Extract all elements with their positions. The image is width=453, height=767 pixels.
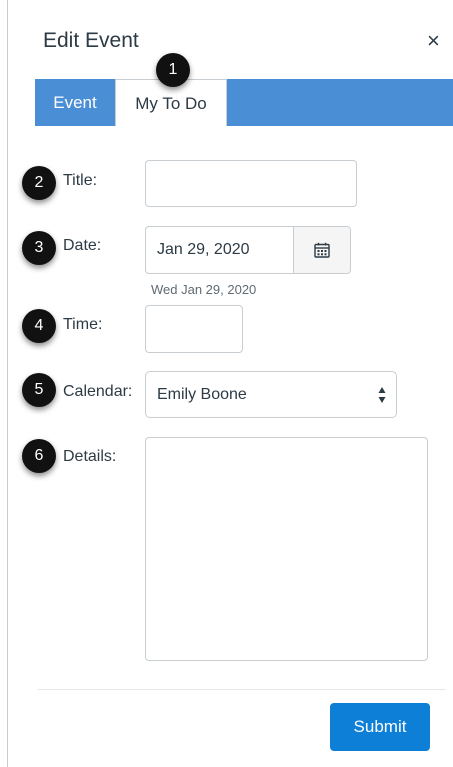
dialog-title: Edit Event <box>43 29 139 52</box>
select-arrows-icon <box>378 387 386 403</box>
title-label: Title: <box>63 172 98 189</box>
calendar-select-value: Emily Boone <box>157 386 247 403</box>
details-label: Details: <box>63 448 117 465</box>
footer-divider <box>38 689 446 690</box>
time-label: Time: <box>63 316 103 333</box>
tab-bar: Event My To Do <box>35 79 453 126</box>
time-input[interactable] <box>145 305 243 353</box>
callout-badge-5: 5 <box>22 373 56 407</box>
tab-event[interactable]: Event <box>35 79 115 126</box>
submit-button[interactable]: Submit <box>330 703 430 751</box>
date-label: Date: <box>63 237 102 254</box>
title-input[interactable] <box>145 160 357 207</box>
calendar-icon <box>314 242 330 258</box>
date-value: Jan 29, 2020 <box>157 241 250 258</box>
calendar-select[interactable]: Emily Boone <box>145 371 397 418</box>
date-picker-button[interactable] <box>293 227 350 273</box>
details-textarea[interactable] <box>145 437 428 661</box>
calendar-label: Calendar: <box>63 383 133 400</box>
callout-badge-1: 1 <box>156 53 190 87</box>
date-hint: Wed Jan 29, 2020 <box>151 282 257 297</box>
callout-badge-2: 2 <box>22 166 56 200</box>
callout-badge-6: 6 <box>22 439 56 473</box>
close-icon[interactable]: × <box>427 30 440 52</box>
callout-badge-4: 4 <box>22 309 56 343</box>
date-field[interactable]: Jan 29, 2020 <box>145 226 351 274</box>
callout-badge-3: 3 <box>22 231 56 265</box>
